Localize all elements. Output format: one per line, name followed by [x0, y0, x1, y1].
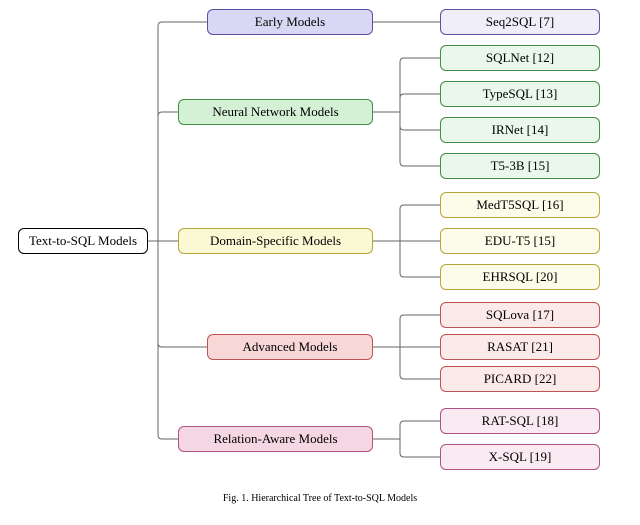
- leaf-rasat: RASAT [21]: [440, 334, 600, 360]
- leaf-edut5: EDU-T5 [15]: [440, 228, 600, 254]
- root-node: Text-to-SQL Models: [18, 228, 148, 254]
- leaf-ehrsql: EHRSQL [20]: [440, 264, 600, 290]
- category-domain-specific-models: Domain-Specific Models: [178, 228, 373, 254]
- leaf-xsql: X-SQL [19]: [440, 444, 600, 470]
- leaf-sqlnet: SQLNet [12]: [440, 45, 600, 71]
- leaf-typesql: TypeSQL [13]: [440, 81, 600, 107]
- category-advanced-models: Advanced Models: [207, 334, 373, 360]
- leaf-medt5sql: MedT5SQL [16]: [440, 192, 600, 218]
- leaf-sqlova: SQLova [17]: [440, 302, 600, 328]
- category-neural-network-models: Neural Network Models: [178, 99, 373, 125]
- leaf-picard: PICARD [22]: [440, 366, 600, 392]
- figure-caption: Fig. 1. Hierarchical Tree of Text-to-SQL…: [0, 493, 640, 504]
- leaf-t53b: T5-3B [15]: [440, 153, 600, 179]
- category-relation-aware-models: Relation-Aware Models: [178, 426, 373, 452]
- leaf-ratsql: RAT-SQL [18]: [440, 408, 600, 434]
- leaf-seq2sql: Seq2SQL [7]: [440, 9, 600, 35]
- leaf-irnet: IRNet [14]: [440, 117, 600, 143]
- category-early-models: Early Models: [207, 9, 373, 35]
